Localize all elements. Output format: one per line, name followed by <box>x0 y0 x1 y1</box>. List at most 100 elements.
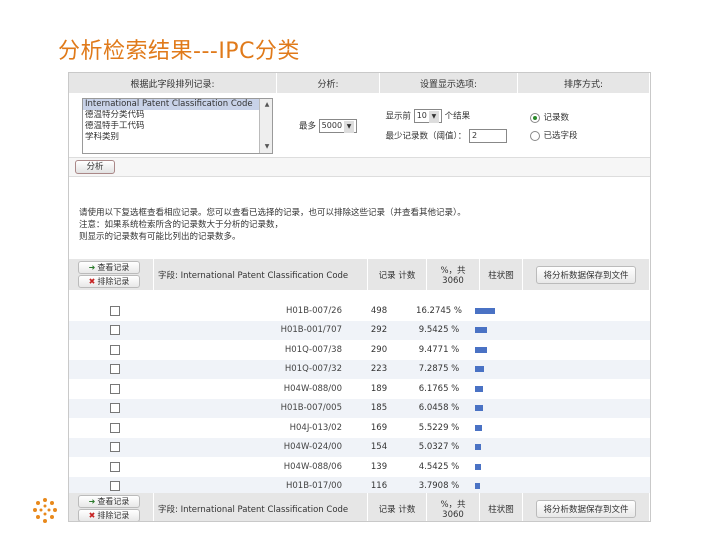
row-bar <box>475 327 487 334</box>
save-to-file-button[interactable]: 将分析数据保存到文件 <box>536 265 636 284</box>
pct-column-header: %，共 3060 <box>426 493 480 521</box>
table-row: H04J-013/02 169 5.5229 % <box>69 418 650 438</box>
analyze-button[interactable]: 分析 <box>75 160 115 174</box>
row-ipc-code: H01B-001/707 <box>153 320 348 340</box>
table-row: H01B-007/26 498 16.2745 % <box>69 301 650 321</box>
row-ipc-code: H04W-024/00 <box>153 437 348 457</box>
row-bar <box>475 307 495 314</box>
arrow-right-icon: ➜ <box>88 263 96 272</box>
scroll-down-icon[interactable]: ▼ <box>262 141 272 153</box>
analyze-max-select[interactable]: 5000 ▼ <box>318 119 358 133</box>
scroll-up-icon[interactable]: ▲ <box>262 99 272 111</box>
row-bar <box>475 346 487 353</box>
field-column-header: 字段: International Patent Classification … <box>153 493 368 521</box>
row-ipc-code: H04W-088/00 <box>153 379 348 399</box>
results-rows: H01B-007/26 498 16.2745 % H01B-001/707 292 9.… <box>69 301 650 496</box>
row-bar <box>475 424 482 431</box>
row-percentage: 4.5425 % <box>410 457 468 477</box>
pct-label: %，共 <box>440 265 466 276</box>
row-percentage: 6.0458 % <box>410 398 468 418</box>
row-record-count: 169 <box>348 418 410 438</box>
row-ipc-code: H04W-088/06 <box>153 457 348 477</box>
field-option[interactable]: 德温特手工代码 <box>83 121 272 132</box>
field-option[interactable]: 德温特分类代码 <box>83 110 272 121</box>
row-ipc-code: H01Q-007/32 <box>153 359 348 379</box>
note-line: 请使用以下复选框查看相应记录。您可以查看已选择的记录，也可以排除这些记录（并查看… <box>79 208 466 218</box>
exclude-records-label: 排除记录 <box>97 511 130 520</box>
row-checkbox[interactable] <box>110 383 120 394</box>
table-row: H01Q-007/32 223 7.2875 % <box>69 359 650 379</box>
row-checkbox[interactable] <box>110 364 120 374</box>
row-ipc-code: H01B-007/26 <box>153 301 348 321</box>
listbox-scrollbar[interactable]: ▲ ▼ <box>259 99 272 153</box>
exclude-records-button[interactable]: ✖ 排除记录 <box>78 509 140 521</box>
row-checkbox[interactable] <box>110 461 120 472</box>
close-icon: ✖ <box>88 277 96 286</box>
row-percentage: 5.0327 % <box>410 437 468 457</box>
table-row: H01B-001/707 292 9.5425 % <box>69 320 650 340</box>
row-record-count: 139 <box>348 457 410 477</box>
row-bar <box>475 463 481 470</box>
exclude-records-button[interactable]: ✖ 排除记录 <box>78 275 140 288</box>
table-row: H04W-088/00 189 6.1765 % <box>69 379 650 399</box>
row-percentage: 6.1765 % <box>410 379 468 399</box>
save-to-file-button[interactable]: 将分析数据保存到文件 <box>536 499 636 518</box>
arrow-right-icon: ➜ <box>88 497 96 506</box>
row-checkbox[interactable] <box>110 305 120 316</box>
row-bar <box>475 385 483 392</box>
sort-header: 排序方式: <box>517 73 650 93</box>
field-option[interactable]: International Patent Classification Code <box>83 99 272 110</box>
row-percentage: 7.2875 % <box>410 359 468 379</box>
field-listbox[interactable]: International Patent Classification Code… <box>82 98 273 154</box>
sort-by-count-radio[interactable] <box>529 112 540 123</box>
show-top-select[interactable]: 10 ▼ <box>413 109 442 123</box>
min-records-input[interactable]: 2 <box>468 129 507 143</box>
show-top-value: 10 <box>416 111 427 120</box>
row-bar <box>475 405 483 412</box>
instructions: 请使用以下复选框查看相应记录。您可以查看已选择的记录，也可以排除这些记录（并查看… <box>79 207 466 243</box>
show-top-suffix: 个结果 <box>444 111 471 122</box>
row-percentage: 16.2745 % <box>410 301 468 321</box>
row-record-count: 290 <box>348 340 410 360</box>
pct-label: %，共 <box>440 499 466 510</box>
table-row: H04W-088/06 139 4.5425 % <box>69 457 650 477</box>
row-ipc-code: H04J-013/02 <box>153 418 348 438</box>
row-checkbox[interactable] <box>110 325 120 335</box>
row-checkbox[interactable] <box>110 403 120 413</box>
table-row: H01B-007/005 185 6.0458 % <box>69 398 650 418</box>
analyze-max-value: 5000 <box>321 121 343 130</box>
count-column-header: 记录 计数 <box>367 259 427 290</box>
row-checkbox[interactable] <box>110 422 120 433</box>
count-column-header: 记录 计数 <box>367 493 427 521</box>
view-records-button[interactable]: ➜ 查看记录 <box>78 495 140 508</box>
row-record-count: 154 <box>348 437 410 457</box>
close-icon: ✖ <box>88 511 96 520</box>
show-top-label: 显示前 <box>385 111 412 122</box>
pct-total: 3060 <box>442 275 464 286</box>
analysis-panel: 根据此字段排列记录: 分析: 设置显示选项: 排序方式: Internation… <box>68 72 651 522</box>
slide-title: 分析检索结果---IPC分类 <box>58 39 300 64</box>
bar-column-header: 柱状图 <box>479 493 523 521</box>
row-checkbox[interactable] <box>110 481 120 491</box>
sort-by-field-label: 已选字段 <box>543 131 578 141</box>
row-bar <box>475 366 484 373</box>
table-row: H01Q-007/38 290 9.4771 % <box>69 340 650 360</box>
results-header-top: ➜ 查看记录 ✖ 排除记录 字段: International Patent Cla… <box>69 259 650 290</box>
sort-by-field-radio[interactable] <box>529 130 540 141</box>
analyze-max-label: 最多 <box>298 121 316 132</box>
row-record-count: 223 <box>348 359 410 379</box>
results-header-bottom: ➜ 查看记录 ✖ 排除记录 字段: International Patent Cla… <box>69 493 650 521</box>
view-records-label: 查看记录 <box>97 497 130 506</box>
min-records-label: 最少记录数（阈值）： <box>385 131 467 142</box>
options-table: 根据此字段排列记录: 分析: 设置显示选项: 排序方式: Internation… <box>69 73 650 159</box>
analyze-strip: 分析 <box>69 157 650 177</box>
chevron-down-icon: ▼ <box>344 121 355 133</box>
row-percentage: 9.4771 % <box>410 340 468 360</box>
row-checkbox[interactable] <box>110 344 120 355</box>
pct-column-header: %，共 3060 <box>426 259 480 290</box>
row-percentage: 5.5229 % <box>410 418 468 438</box>
row-checkbox[interactable] <box>110 442 120 452</box>
field-option[interactable]: 学科类别 <box>83 132 272 143</box>
view-records-button[interactable]: ➜ 查看记录 <box>78 261 140 274</box>
logo-icon <box>33 498 57 523</box>
